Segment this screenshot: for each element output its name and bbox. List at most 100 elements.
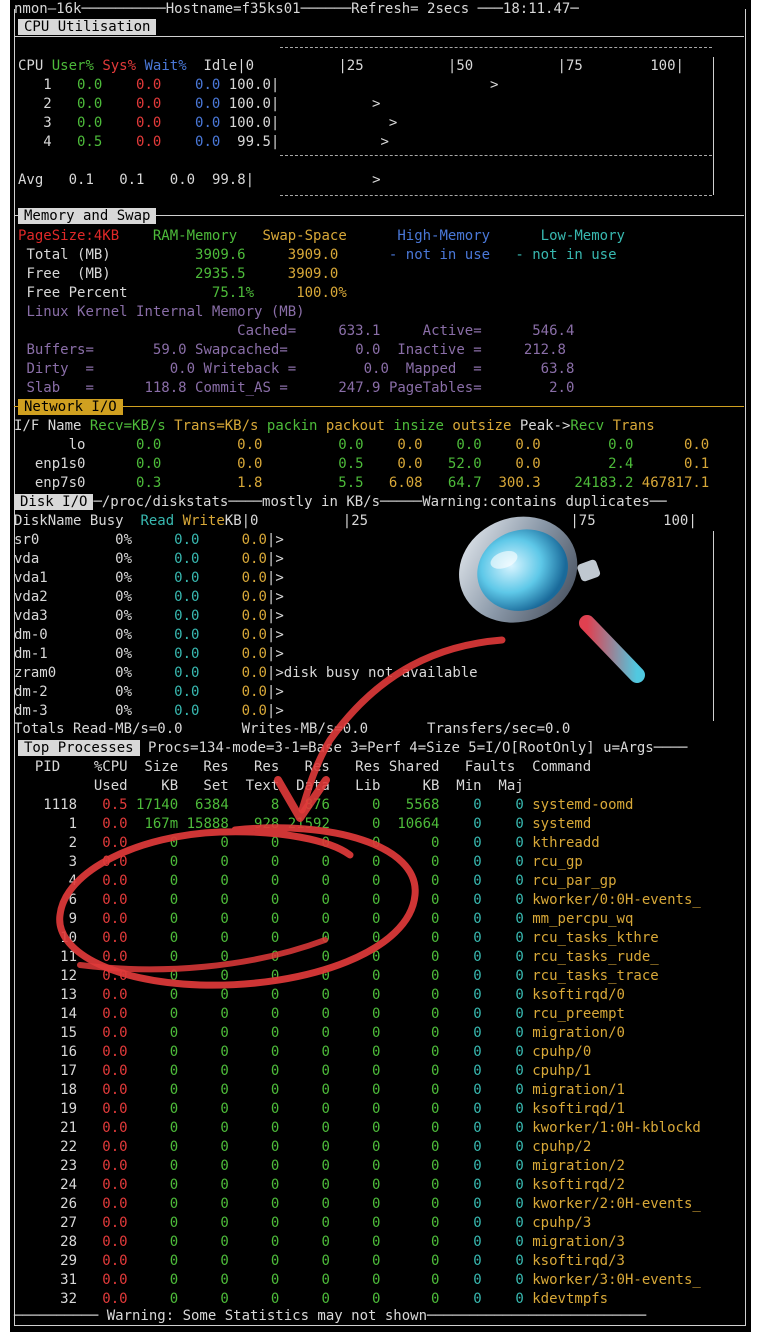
trans-value: 1.8	[161, 475, 263, 491]
proc-maj: 0	[481, 873, 524, 889]
disk-busy: 0%	[89, 684, 133, 700]
col-kb: KB	[224, 513, 242, 529]
proc-maj: 0	[481, 1082, 524, 1098]
cpu-user: 0.0	[51, 77, 103, 93]
disk-busy: 0%	[89, 646, 133, 662]
proc-maj: 0	[481, 854, 524, 870]
proc-res: 0	[178, 1006, 229, 1022]
outsize-value: 0.0	[481, 456, 541, 472]
terminal-window: nmon—16k──────────Hostname=f35ks01──────…	[10, 0, 751, 1332]
proc-lib: 0	[329, 1234, 381, 1250]
proc-min: 0	[439, 1234, 482, 1250]
proc-pid: 29	[18, 1253, 78, 1269]
disk-busy: 0%	[89, 608, 133, 624]
proc-cpu: 0.0	[77, 1063, 128, 1079]
proc-command: rcu_par_gp	[523, 873, 617, 889]
avg-marker: >	[372, 172, 381, 188]
cpu-row: 1 0.0 0.0 0.0 100.0| >	[18, 76, 498, 95]
proc-maj: 0	[481, 1101, 524, 1117]
proc-lib: 0	[329, 1196, 381, 1212]
proc-text: 0	[228, 1063, 280, 1079]
if-name: enp7s0	[18, 475, 86, 491]
proc-data: 0	[279, 1215, 330, 1231]
cpu-sys: 0.0	[102, 96, 162, 112]
proc-cpu: 0.0	[77, 1120, 128, 1136]
pagetables-value: 2.0	[549, 380, 575, 396]
disk-name: sr0	[14, 532, 90, 548]
proc-shared: 0	[380, 1215, 440, 1231]
dirty-value: 0.0	[169, 361, 196, 377]
proc-min: 0	[439, 949, 482, 965]
proc-pid: 22	[18, 1139, 78, 1155]
proc-size: 0	[127, 1234, 179, 1250]
proc-command: systemd-oomd	[523, 797, 634, 813]
cpu-bar: | >	[270, 77, 499, 93]
insize-value: 64.7	[422, 475, 482, 491]
proc-size: 0	[127, 1253, 179, 1269]
proc-min: 0	[439, 854, 482, 870]
proc-lib: 0	[329, 1291, 381, 1307]
cpu-id: 1	[18, 77, 52, 93]
scale-bottom-line	[280, 195, 712, 196]
process-row: 22 0.0 0 0 0 0 0 0 0 0 cpuhp/2	[18, 1138, 591, 1157]
proc-min: 0	[439, 1101, 482, 1117]
total-ram: 3909.6	[195, 247, 246, 263]
proc-pid: 24	[18, 1177, 78, 1193]
title-sep: ──────────	[81, 1, 166, 17]
proc-pid: 15	[18, 1025, 78, 1041]
mapped-label: Mapped =	[405, 361, 482, 377]
inactive-value: 212.8	[523, 342, 566, 358]
col-idle: Idle	[203, 58, 238, 74]
dirty-label: Dirty =	[26, 361, 94, 377]
cpu-id: 3	[18, 115, 52, 131]
slab-label: Slab =	[26, 380, 94, 396]
proc-res: 0	[178, 1101, 229, 1117]
proc-command: mm_percpu_wq	[523, 911, 634, 927]
proc-data: 0	[279, 1006, 330, 1022]
proc-pid: 28	[18, 1234, 78, 1250]
proc-maj: 0	[481, 911, 524, 927]
buffers-value: 59.0	[152, 342, 187, 358]
proc-cpu: 0.0	[77, 1101, 128, 1117]
disk-busy: 0%	[89, 589, 133, 605]
proc-min: 0	[439, 1139, 482, 1155]
disk-name: vda2	[14, 589, 90, 605]
scale-line	[280, 155, 712, 156]
proc-lib: 0	[329, 1025, 381, 1041]
title-sep: ─	[570, 1, 579, 17]
ram-col: RAM-Memory	[152, 228, 238, 244]
inactive-label: Inactive =	[397, 342, 482, 358]
proc-maj: 0	[481, 1196, 524, 1212]
scale-top-line	[280, 47, 712, 48]
disk-write: 0.0	[199, 551, 267, 567]
totals-read: Totals Read-MB/s=0.0	[14, 721, 183, 737]
proc-min: 0	[439, 835, 482, 851]
proc-min: 0	[439, 1291, 482, 1307]
proc-cpu: 0.0	[77, 1253, 128, 1269]
disk-bar: |>	[266, 589, 284, 605]
proc-res: 0	[178, 1025, 229, 1041]
col-busy: Busy	[89, 513, 124, 529]
trans-value: 0.0	[161, 456, 263, 472]
cpu-sys: 0.0	[102, 115, 162, 131]
proc-size: 0	[127, 1044, 179, 1060]
avg-sys: 0.1	[119, 172, 145, 188]
process-header: Top Processes	[18, 740, 140, 756]
title-sep: ─	[93, 494, 102, 510]
proc-maj: 0	[481, 930, 524, 946]
disk-name: vda	[14, 551, 90, 567]
proc-pid: 23	[18, 1158, 78, 1174]
peak-recv-value: 0.0	[540, 437, 634, 453]
proc-min: 0	[439, 873, 482, 889]
proc-min: 0	[439, 930, 482, 946]
proc-pid: 21	[18, 1120, 78, 1136]
proc-min: 0	[439, 1253, 482, 1269]
proc-cpu: 0.0	[77, 1139, 128, 1155]
proc-data: 0	[279, 1063, 330, 1079]
clock: 18:11.47	[502, 1, 571, 17]
process-row: 21 0.0 0 0 0 0 0 0 0 0 kworker/1:0H-kblo…	[18, 1119, 701, 1138]
proc-shared: 0	[380, 1120, 440, 1136]
high-status: - not in use	[388, 247, 491, 263]
disk-read: 0.0	[132, 684, 200, 700]
proc-command: rcu_tasks_trace	[523, 968, 659, 984]
